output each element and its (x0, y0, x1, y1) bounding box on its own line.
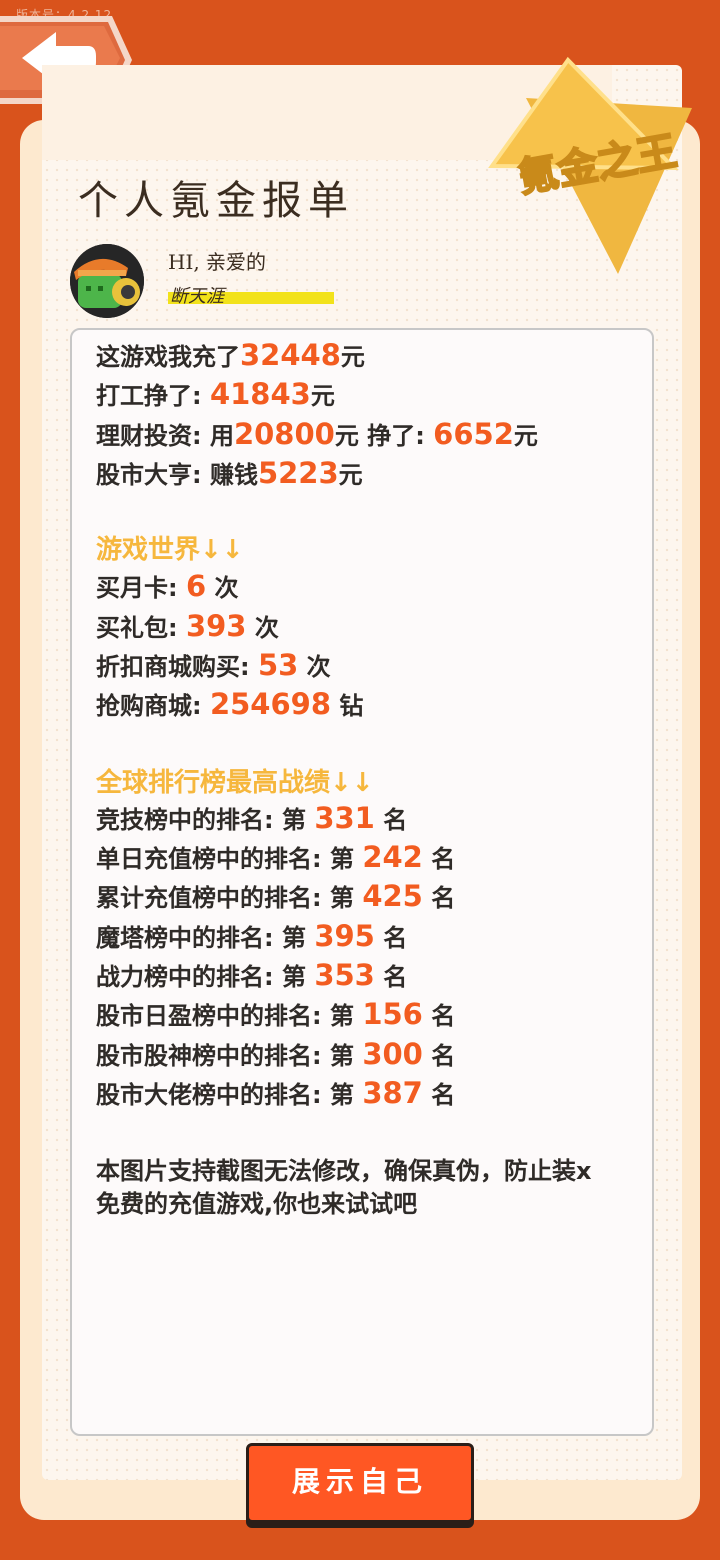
footer-note-line1: 本图片支持截图无法修改，确保真伪，防止装x (96, 1157, 592, 1185)
username: 断天涯 (170, 286, 224, 307)
game-world-heading: 游戏世界↓↓ (96, 535, 244, 565)
stock-amount: 5223 (257, 456, 339, 490)
ranking-item: 股市日盈榜中的排名: 第 156 名 (96, 997, 456, 1031)
ranking-item: 股市股神榜中的排名: 第 300 名 (96, 1037, 456, 1071)
invest-line: 理财投资: 用20800元 挣了: 6652元 (96, 417, 538, 451)
ranking-item: 单日充值榜中的排名: 第 242 名 (96, 840, 456, 874)
game-item: 抢购商城: 254698 钻 (96, 687, 364, 721)
work-line: 打工挣了: 41843元 (96, 377, 335, 411)
recharge-amount: 32448 (240, 338, 341, 372)
footer-note-line2: 免费的充值游戏,你也来试试吧 (96, 1190, 418, 1218)
invest-profit: 6652 (433, 417, 514, 451)
king-star-badge: 氪金之王 (478, 48, 702, 280)
show-off-label: 展示自己 (291, 1465, 428, 1498)
avatar (70, 244, 144, 318)
work-amount: 41843 (209, 377, 311, 411)
ranking-item: 竞技榜中的排名: 第 331 名 (96, 801, 408, 835)
recharge-line: 这游戏我充了32448元 (96, 338, 365, 372)
ranking-item: 战力榜中的排名: 第 353 名 (96, 958, 408, 992)
game-item: 买礼包: 393 次 (96, 609, 279, 643)
rankings-heading: 全球排行榜最高战绩↓↓ (96, 768, 374, 798)
game-item: 买月卡: 6 次 (96, 569, 239, 603)
show-off-button[interactable]: 展示自己 (246, 1443, 474, 1523)
game-item: 折扣商城购买: 53 次 (96, 648, 331, 682)
stock-line: 股市大亨: 赚钱5223元 (96, 456, 363, 490)
greeting-text: HI, 亲爱的 (168, 250, 267, 274)
ranking-item: 股市大佬榜中的排名: 第 387 名 (96, 1076, 456, 1110)
ranking-item: 魔塔榜中的排名: 第 395 名 (96, 919, 408, 953)
invest-amount: 20800 (233, 417, 335, 451)
page-title: 个人氪金报单 (78, 178, 354, 224)
ranking-item: 累计充值榜中的排名: 第 425 名 (96, 879, 456, 913)
